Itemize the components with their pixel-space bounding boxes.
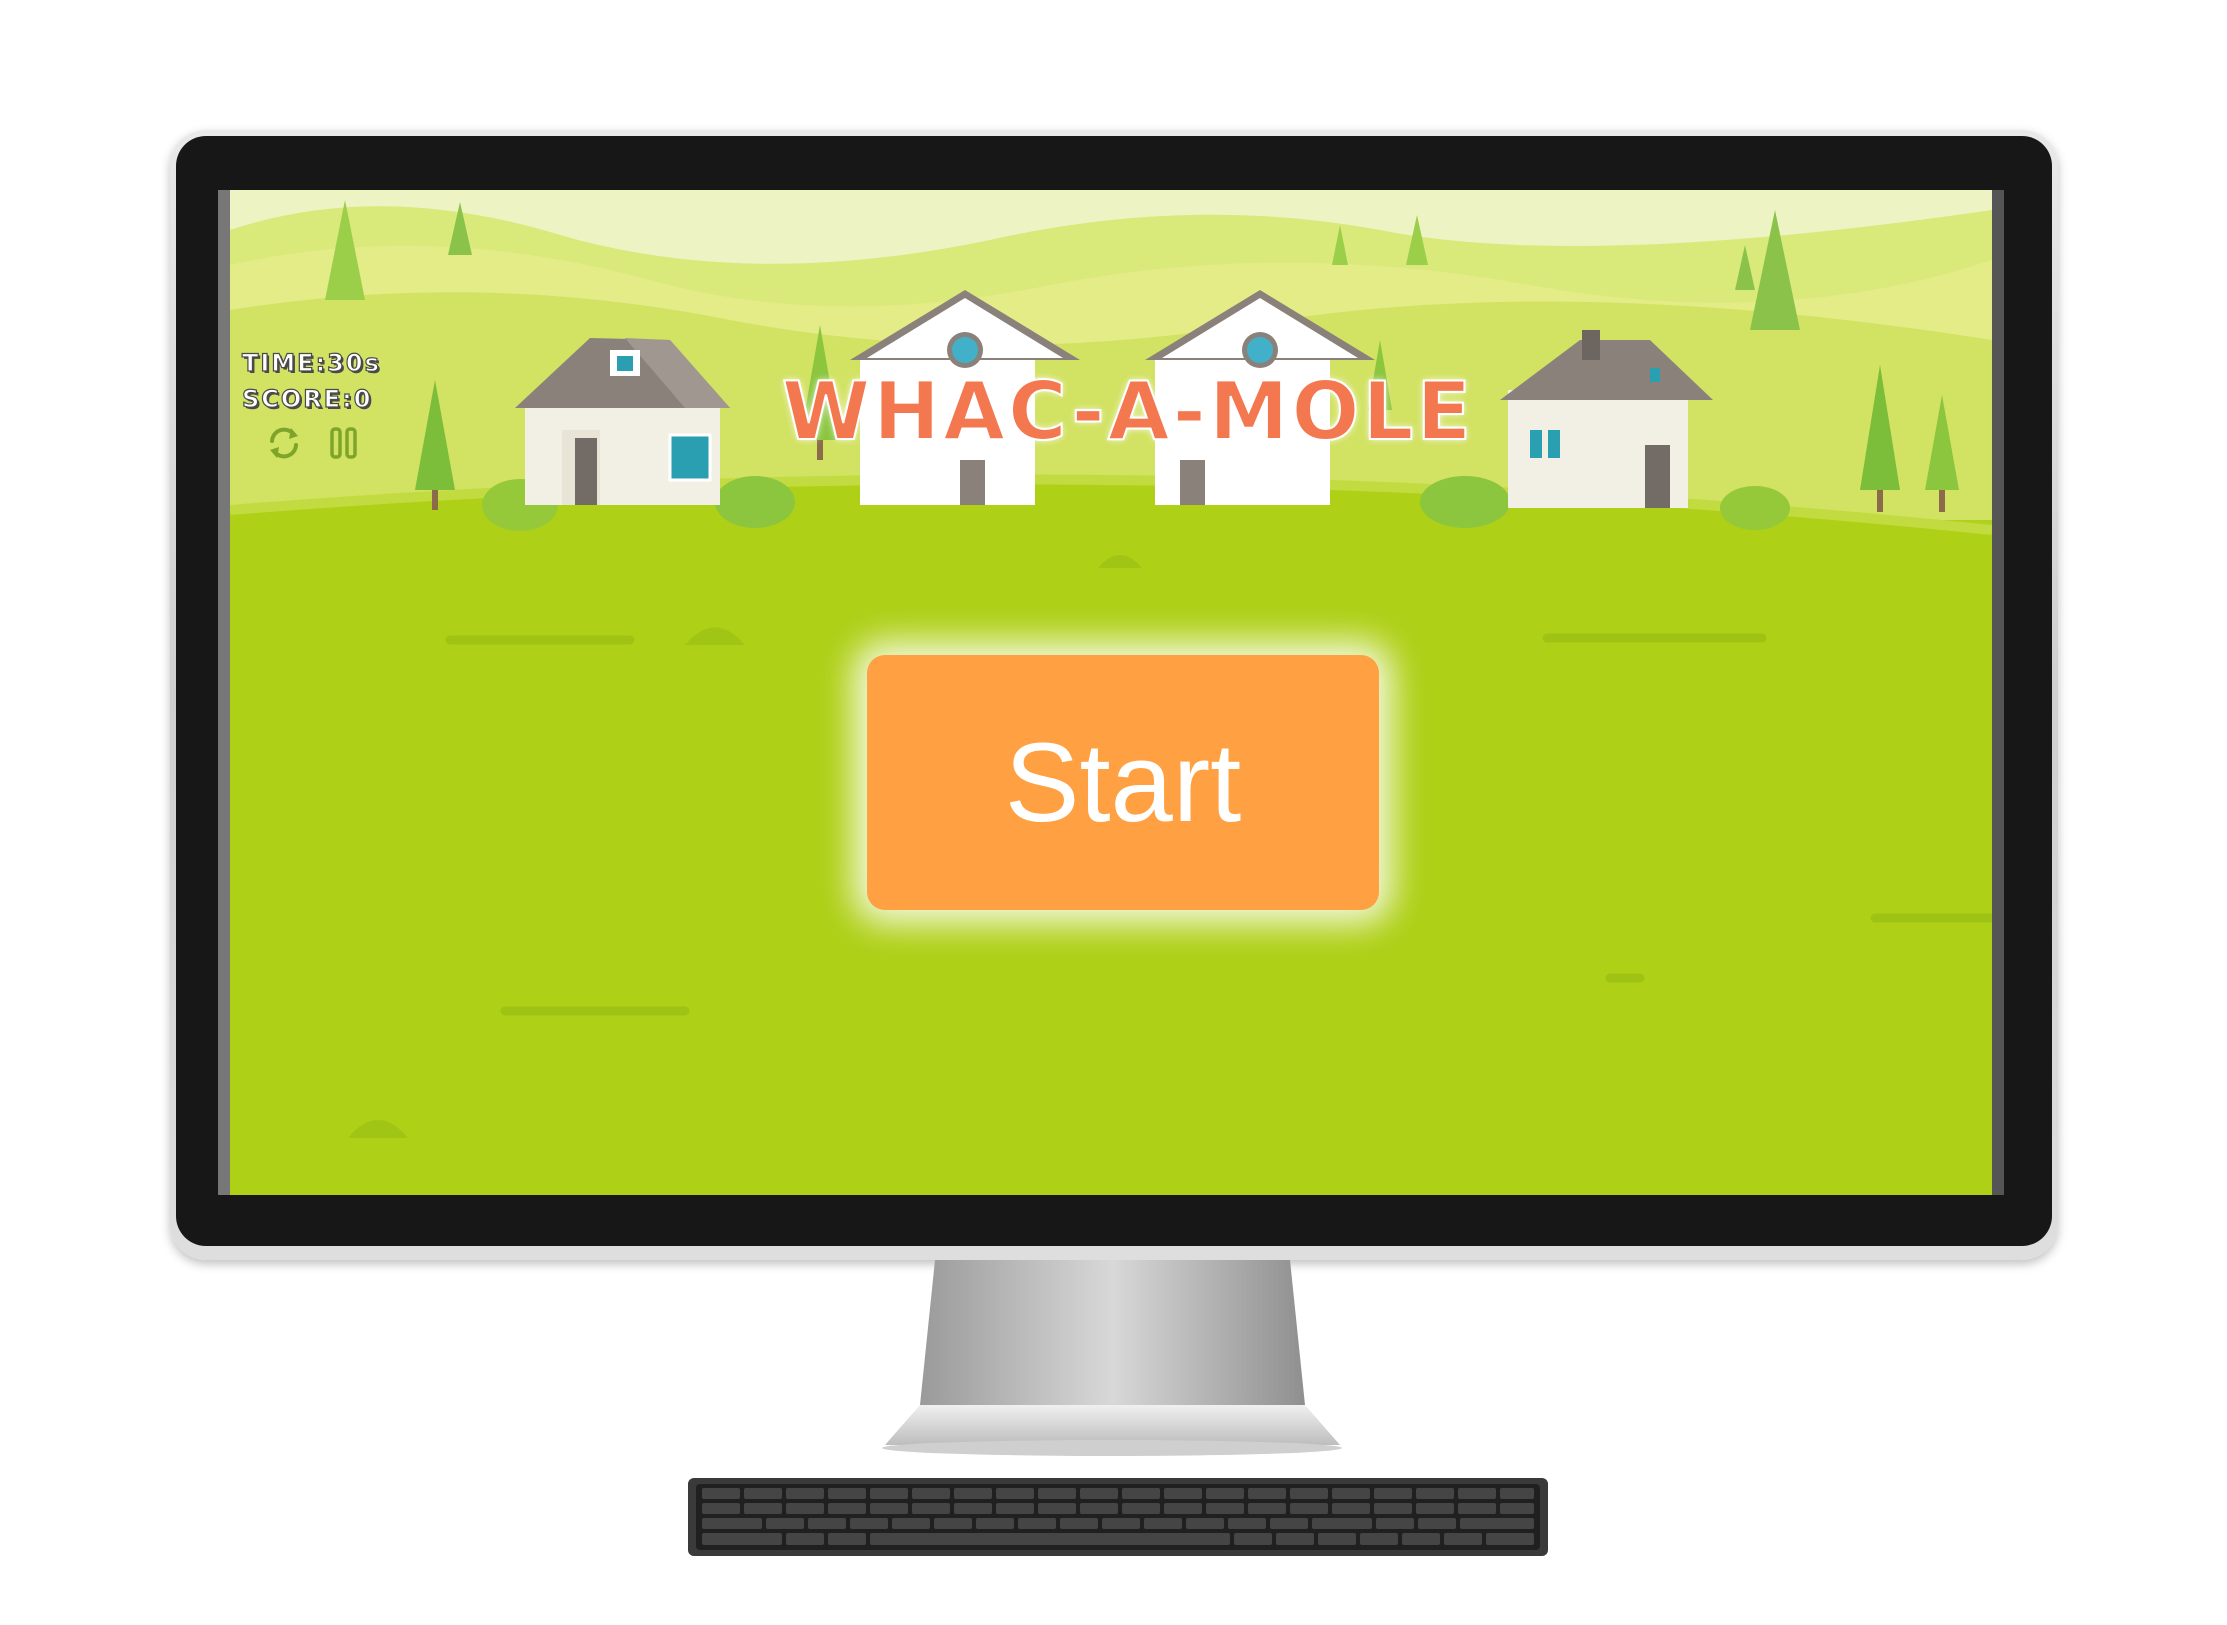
keyboard — [688, 1478, 1548, 1556]
start-button[interactable]: Start — [867, 655, 1379, 910]
score-label: SCORE:0 — [241, 384, 373, 413]
time-label: TIME:30s — [241, 348, 381, 377]
pause-icon[interactable] — [324, 423, 364, 463]
game-screen: TIME:30s SCORE:0 WHAC-A-MOLE Start — [230, 190, 1992, 1195]
refresh-icon[interactable] — [264, 423, 304, 463]
hud: TIME:30s SCORE:0 — [241, 345, 442, 459]
game-title: WHAC-A-MOLE — [781, 364, 1475, 459]
screen-edge — [218, 190, 230, 1195]
hud-controls — [264, 423, 374, 463]
screen-edge — [1992, 190, 2004, 1195]
